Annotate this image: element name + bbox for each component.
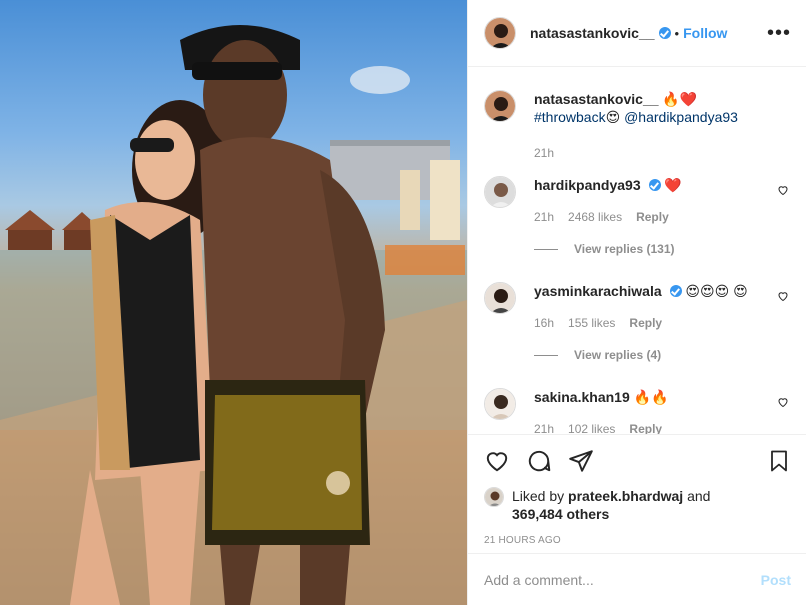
mention-link[interactable]: @hardikpandya93 — [624, 109, 738, 125]
liker-avatar[interactable] — [484, 487, 504, 507]
comment-icon[interactable] — [526, 448, 552, 474]
view-replies-button[interactable]: View replies (4) — [534, 346, 791, 364]
liker-username[interactable]: prateek.bhardwaj — [568, 488, 683, 504]
action-bar — [484, 445, 791, 477]
comment-time[interactable]: 16h — [534, 314, 554, 332]
comments-list[interactable]: natasastankovic__ 🔥❤️ #throwback😍 @hardi… — [468, 68, 806, 434]
comment-time[interactable]: 21h — [534, 420, 554, 434]
reply-button[interactable]: Reply — [629, 420, 662, 434]
bookmark-icon[interactable] — [767, 448, 791, 474]
author-username[interactable]: natasastankovic__ — [530, 25, 655, 41]
comment-item: yasminkarachiwala 😍😍😍 😍 16h 155 likes Re… — [484, 282, 791, 364]
likes-summary: Liked by prateek.bhardwaj and 369,484 ot… — [484, 487, 791, 523]
liked-by-and: and — [687, 488, 711, 504]
commenter-avatar[interactable] — [484, 176, 516, 208]
more-options-icon[interactable]: ••• — [767, 22, 791, 45]
hashtag-link[interactable]: #throwback — [534, 109, 606, 125]
comment-like-heart-icon[interactable] — [777, 290, 789, 302]
post-timestamp[interactable]: 21 HOURS AGO — [484, 535, 791, 546]
commenter-username[interactable]: sakina.khan19 — [534, 389, 630, 405]
comment-likes[interactable]: 2468 likes — [568, 208, 622, 226]
caption: natasastankovic__ 🔥❤️ #throwback😍 @hardi… — [484, 90, 791, 162]
author-avatar[interactable] — [484, 17, 516, 49]
post-photo[interactable] — [0, 0, 467, 605]
comment-item: sakina.khan19 🔥🔥 21h 102 likes Reply — [484, 388, 791, 434]
comment-like-heart-icon[interactable] — [777, 396, 789, 408]
commenter-username[interactable]: hardikpandya93 — [534, 177, 641, 193]
comment-item: hardikpandya93 ❤️ 21h 2468 likes Reply V… — [484, 176, 791, 258]
post-actions: Liked by prateek.bhardwaj and 369,484 ot… — [468, 434, 806, 546]
instagram-post: natasastankovic__ • Follow ••• natasasta… — [0, 0, 806, 605]
comment-like-heart-icon[interactable] — [777, 184, 789, 196]
liked-by-prefix: Liked by — [512, 488, 565, 504]
commenter-avatar[interactable] — [484, 388, 516, 420]
share-icon[interactable] — [568, 448, 594, 474]
commenter-avatar[interactable] — [484, 282, 516, 314]
commenter-username[interactable]: yasminkarachiwala — [534, 283, 662, 299]
view-replies-button[interactable]: View replies (131) — [534, 240, 791, 258]
follow-button[interactable]: Follow — [683, 25, 727, 41]
comment-time[interactable]: 21h — [534, 208, 554, 226]
beach-photo-illustration — [0, 25, 467, 605]
add-comment-bar: Post — [468, 553, 806, 605]
caption-emoji-mid: 😍 — [605, 109, 621, 125]
separator: • — [674, 25, 680, 41]
caption-time[interactable]: 21h — [534, 144, 554, 162]
comment-likes[interactable]: 102 likes — [568, 420, 615, 434]
post-header: natasastankovic__ • Follow ••• — [468, 0, 806, 67]
caption-emojis: 🔥❤️ — [662, 91, 698, 107]
verified-badge-icon — [658, 27, 671, 39]
comment-text: 🔥🔥 — [633, 389, 669, 405]
comment-likes[interactable]: 155 likes — [568, 314, 615, 332]
reply-button[interactable]: Reply — [636, 208, 669, 226]
verified-badge-icon — [648, 179, 661, 191]
post-side-panel: natasastankovic__ • Follow ••• natasasta… — [467, 0, 806, 605]
comment-text: 😍😍😍 😍 — [685, 283, 748, 299]
caption-author-avatar[interactable] — [484, 90, 516, 122]
reply-button[interactable]: Reply — [629, 314, 662, 332]
verified-badge-icon — [669, 285, 682, 297]
post-comment-button[interactable]: Post — [761, 572, 791, 588]
comment-text: ❤️ — [664, 177, 682, 193]
likes-count[interactable]: 369,484 others — [512, 506, 609, 522]
comment-input[interactable] — [484, 571, 761, 588]
caption-username[interactable]: natasastankovic__ — [534, 91, 659, 107]
heart-icon[interactable] — [484, 448, 510, 474]
